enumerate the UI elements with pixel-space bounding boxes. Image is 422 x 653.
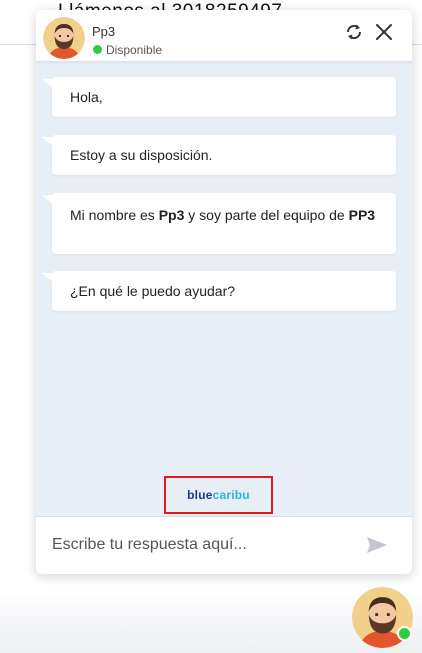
message-agent-name: Pp3 [158,207,185,223]
message-team-name: PP3 [348,207,376,223]
message-text: Estoy a su disposición. [70,147,213,163]
agent-avatar [43,17,85,59]
brand-text-caribu: caribu [212,488,250,502]
composer [36,516,412,574]
send-button[interactable] [365,534,389,556]
agent-status: Disponible [106,43,163,57]
refresh-icon [346,24,362,40]
close-button[interactable] [373,21,395,43]
chat-header: Pp3 Disponible [36,10,412,61]
message-bubble: ¿En qué le puedo ayudar? [42,271,396,311]
reply-input[interactable] [50,529,354,561]
message-text: Hola, [70,89,103,105]
status-dot-icon [93,45,102,54]
message-text-middle: y soy parte del equipo de [184,207,349,223]
refresh-button[interactable] [343,21,365,43]
message-bubble: Estoy a su disposición. [42,135,396,175]
brand-text-blue: blue [187,488,213,502]
message-bubble: Mi nombre es Pp3 y soy parte del equipo … [42,193,396,254]
close-icon [376,24,392,40]
message-text-prefix: Mi nombre es [70,207,159,223]
page: Llámenos al 3018259497 Pp3 Disponible [0,0,422,653]
avatar-illustration [43,17,85,59]
message-text: ¿En qué le puedo ayudar? [70,283,236,299]
message-bubble: Hola, [42,77,396,117]
agent-name: Pp3 [92,24,116,39]
launcher-status-dot-icon [397,626,412,641]
bluecaribu-brand-link[interactable]: bluecaribu [164,476,273,514]
send-icon [367,537,387,553]
chat-widget: Pp3 Disponible Hola, Estoy a su disposic… [36,10,412,574]
